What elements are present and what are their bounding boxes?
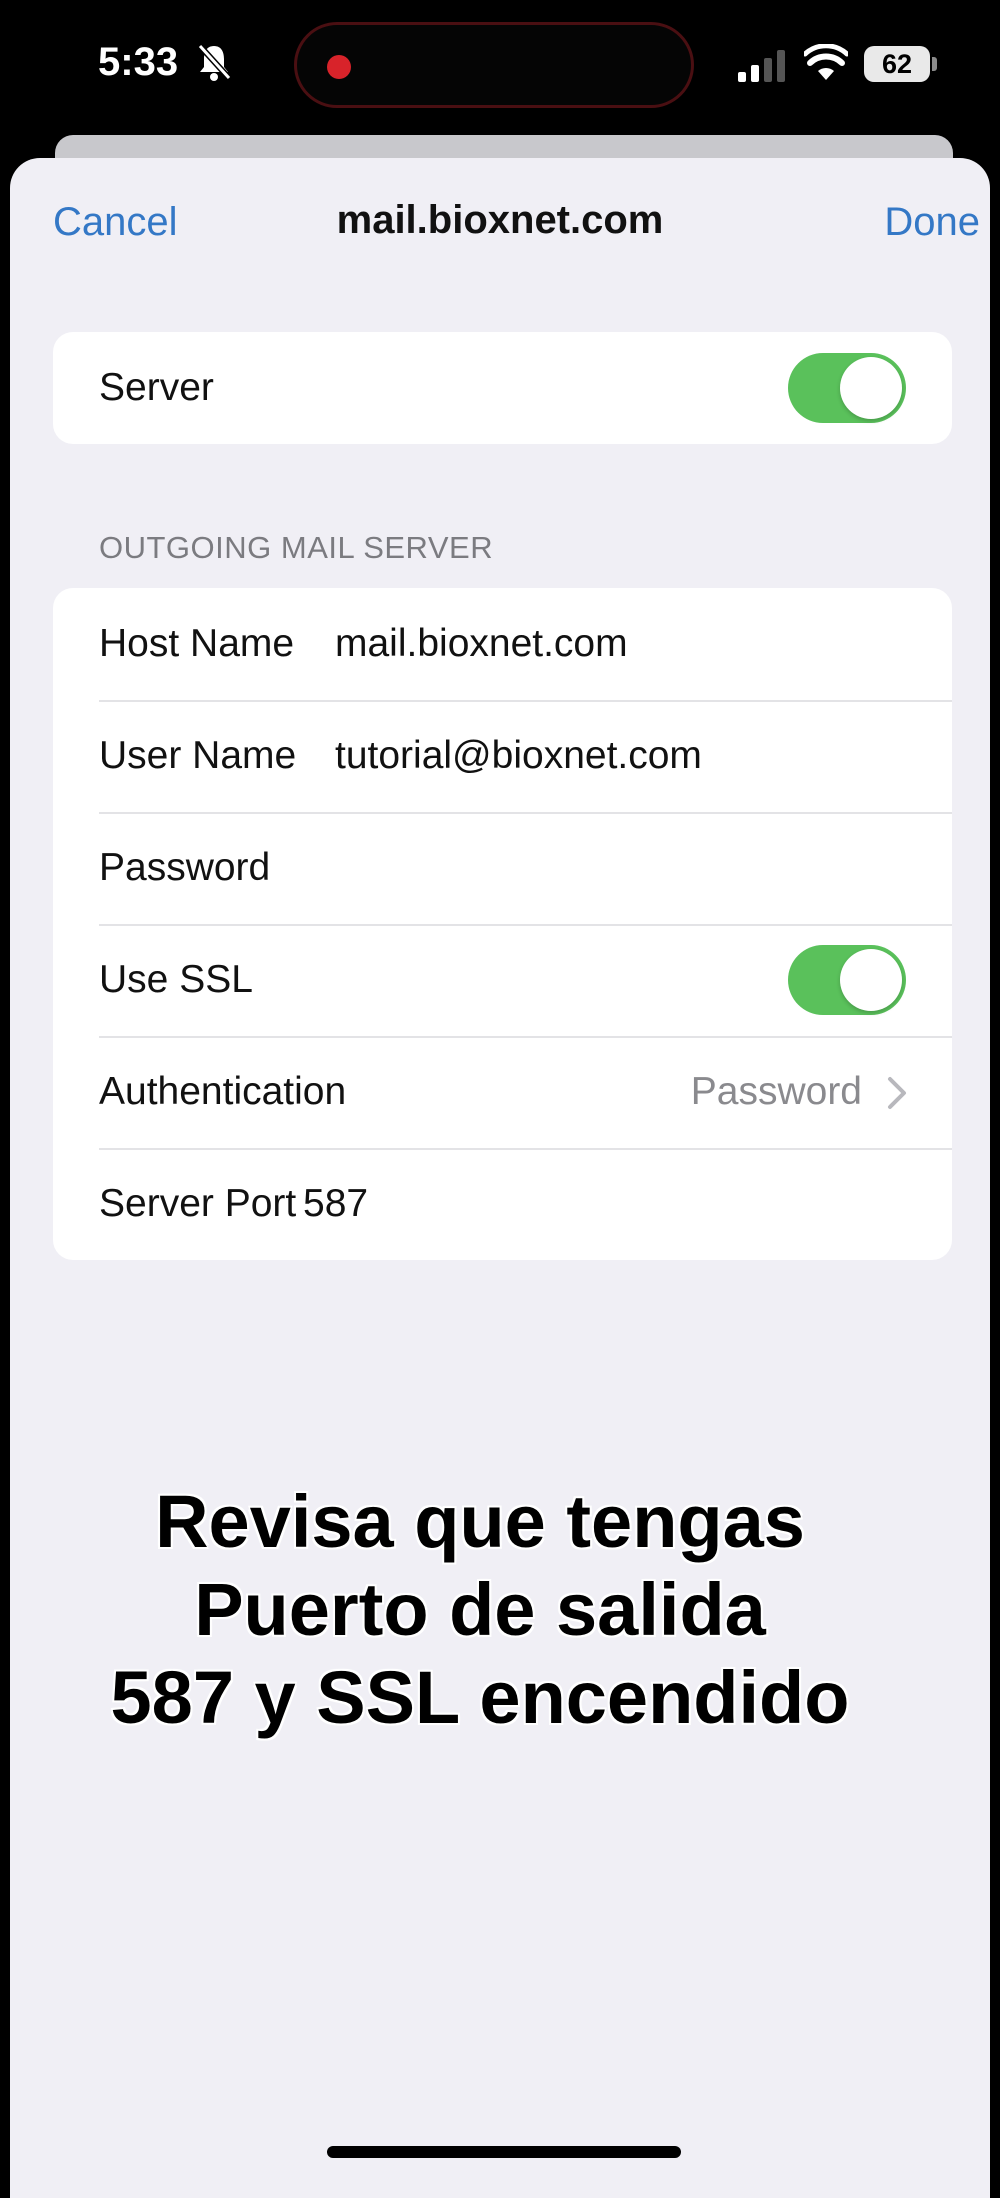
tutorial-caption: Revisa que tengas Puerto de salida 587 y… [0, 1478, 960, 1742]
signal-icon [738, 50, 785, 82]
authentication-label: Authentication [99, 1070, 347, 1113]
host-name-row[interactable]: Host Name mail.bioxnet.com [53, 588, 952, 700]
battery-icon: 62 [864, 46, 930, 82]
battery-level: 62 [881, 48, 913, 79]
toggle-knob [840, 357, 902, 419]
wifi-icon [804, 44, 848, 80]
page-title: mail.bioxnet.com [336, 198, 664, 242]
bell-slash-icon [197, 43, 232, 81]
authentication-row[interactable]: Authentication Password [53, 1036, 952, 1148]
caption-line: 587 y SSL encendido [110, 1656, 850, 1739]
authentication-value: Password [690, 1070, 862, 1113]
server-port-field[interactable]: 587 [303, 1148, 368, 1260]
caption-line: Puerto de salida [194, 1568, 766, 1651]
use-ssl-toggle[interactable] [788, 945, 906, 1015]
server-port-row[interactable]: Server Port 587 [53, 1148, 952, 1260]
caption-line: Revisa que tengas [155, 1480, 805, 1563]
server-row: Server [53, 332, 952, 444]
settings-sheet: Cancel mail.bioxnet.com Done Server OUTG… [10, 158, 990, 2198]
server-port-label: Server Port [99, 1182, 297, 1225]
toggle-knob [840, 949, 902, 1011]
host-name-label: Host Name [99, 622, 295, 665]
user-name-row[interactable]: User Name tutorial@bioxnet.com [53, 700, 952, 812]
recording-indicator [327, 55, 351, 79]
server-card: Server [53, 332, 952, 444]
server-toggle[interactable] [788, 353, 906, 423]
dynamic-island [294, 22, 694, 108]
status-time: 5:33 [98, 40, 179, 84]
status-bar: 5:33 62 [0, 0, 1000, 135]
section-header: OUTGOING MAIL SERVER [99, 530, 494, 565]
chevron-right-icon [888, 1077, 906, 1109]
password-label: Password [99, 846, 271, 889]
server-label: Server [99, 366, 214, 409]
outgoing-server-card: Host Name mail.bioxnet.com User Name tut… [53, 588, 952, 1260]
done-button[interactable]: Done [884, 200, 980, 245]
user-name-field[interactable]: tutorial@bioxnet.com [335, 700, 702, 812]
use-ssl-row: Use SSL [53, 924, 952, 1036]
password-row[interactable]: Password [53, 812, 952, 924]
battery-nub [932, 57, 937, 71]
user-name-label: User Name [99, 734, 297, 777]
use-ssl-label: Use SSL [99, 958, 253, 1001]
home-indicator[interactable] [327, 2146, 681, 2158]
host-name-field[interactable]: mail.bioxnet.com [335, 588, 628, 700]
